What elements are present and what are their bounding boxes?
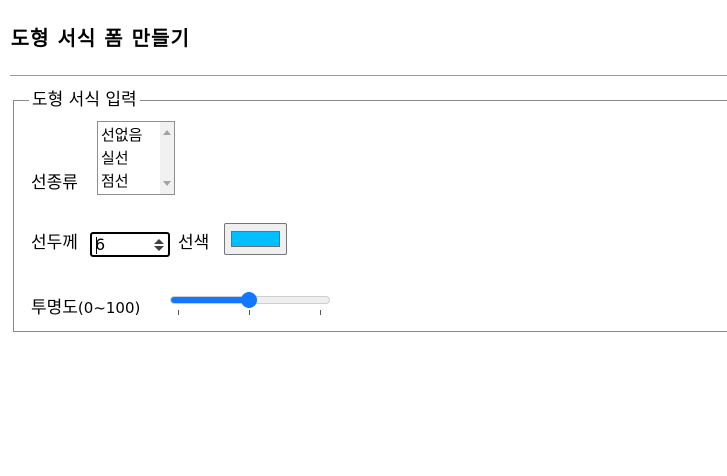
spin-down-icon[interactable] [154,246,164,251]
line-type-listbox[interactable]: 선없음 실선 점선 [97,121,175,195]
line-width-number-input[interactable]: 6 [90,232,170,257]
page-title: 도형 서식 폼 만들기 [11,26,191,50]
scroll-down-arrow-icon[interactable] [163,181,171,186]
line-type-option-dotted[interactable]: 점선 [101,171,129,191]
slider-tick-max [320,310,321,315]
line-width-label: 선두께 [31,233,78,253]
slider-tick-mid [249,310,250,315]
scroll-up-arrow-icon[interactable] [163,130,171,135]
opacity-label-text: 투명도 [31,298,78,318]
fieldset-legend: 도형 서식 입력 [29,89,140,111]
slider-tick-min [178,310,179,315]
opacity-slider-thumb[interactable] [241,292,257,308]
opacity-range-label: (0~100) [77,299,141,317]
line-type-option-none[interactable]: 선없음 [101,125,142,145]
line-color-swatch [231,231,280,247]
line-color-label: 선색 [178,233,210,253]
line-type-label: 선종류 [31,173,78,193]
spin-up-icon[interactable] [154,239,164,244]
listbox-scrollbar[interactable] [160,122,174,194]
horizontal-rule [10,75,727,76]
opacity-label: 투명도(0~100) [31,298,140,318]
opacity-slider-fill [171,297,250,303]
text-caret [96,237,97,254]
line-color-picker[interactable] [224,223,287,255]
line-type-option-solid[interactable]: 실선 [101,148,129,168]
